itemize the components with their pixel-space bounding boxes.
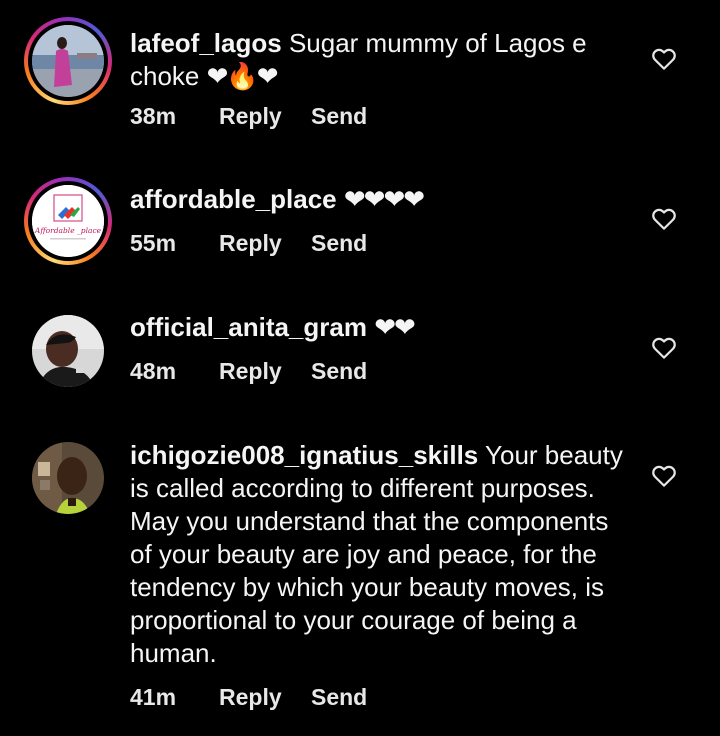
heart-outline-icon[interactable] (649, 203, 679, 233)
heart-outline-icon[interactable] (649, 460, 679, 490)
send-button[interactable]: Send (311, 230, 367, 257)
avatar-image (32, 25, 104, 97)
timestamp: 41m (130, 684, 177, 710)
avatar[interactable] (24, 434, 112, 522)
emoji: ❤🔥❤ (206, 61, 279, 91)
reply-button[interactable]: Reply (219, 103, 311, 130)
username[interactable]: lafeof_lagos (130, 28, 282, 58)
comment-actions: 55m Reply Send (130, 230, 367, 257)
username[interactable]: official_anita_gram (130, 312, 367, 342)
avatar[interactable]: Affordable _place (24, 177, 112, 265)
logo-text: Affordable _place (34, 226, 102, 235)
emoji: ❤❤❤❤ (343, 184, 425, 214)
comment-body: ichigozie008_ignatius_skills Your beauty… (130, 439, 630, 670)
send-button[interactable]: Send (311, 684, 367, 711)
comment-actions: 38m Reply Send (130, 103, 367, 130)
reply-button[interactable]: Reply (219, 358, 311, 385)
emoji: ❤❤ (374, 312, 416, 342)
reply-button[interactable]: Reply (219, 684, 311, 711)
send-button[interactable]: Send (311, 103, 367, 130)
comment-body: affordable_place ❤❤❤❤ (130, 183, 630, 216)
avatar[interactable] (24, 17, 112, 105)
comment-actions: 41m Reply Send (130, 684, 367, 711)
comment-body: official_anita_gram ❤❤ (130, 311, 630, 344)
comment-body: lafeof_lagos Sugar mummy of Lagos e chok… (130, 27, 630, 93)
reply-button[interactable]: Reply (219, 230, 311, 257)
username[interactable]: affordable_place (130, 184, 337, 214)
heart-outline-icon[interactable] (649, 332, 679, 362)
heart-outline-icon[interactable] (649, 43, 679, 73)
timestamp: 38m (130, 103, 177, 129)
avatar-image (32, 442, 104, 514)
send-button[interactable]: Send (311, 358, 367, 385)
timestamp: 55m (130, 230, 177, 256)
comment-actions: 48m Reply Send (130, 358, 367, 385)
avatar-image: Affordable _place (32, 185, 104, 257)
comment-text: Your beauty is called according to diffe… (130, 440, 623, 668)
username[interactable]: ichigozie008_ignatius_skills (130, 440, 478, 470)
avatar[interactable] (24, 307, 112, 395)
timestamp: 48m (130, 358, 177, 384)
avatar-image (32, 315, 104, 387)
